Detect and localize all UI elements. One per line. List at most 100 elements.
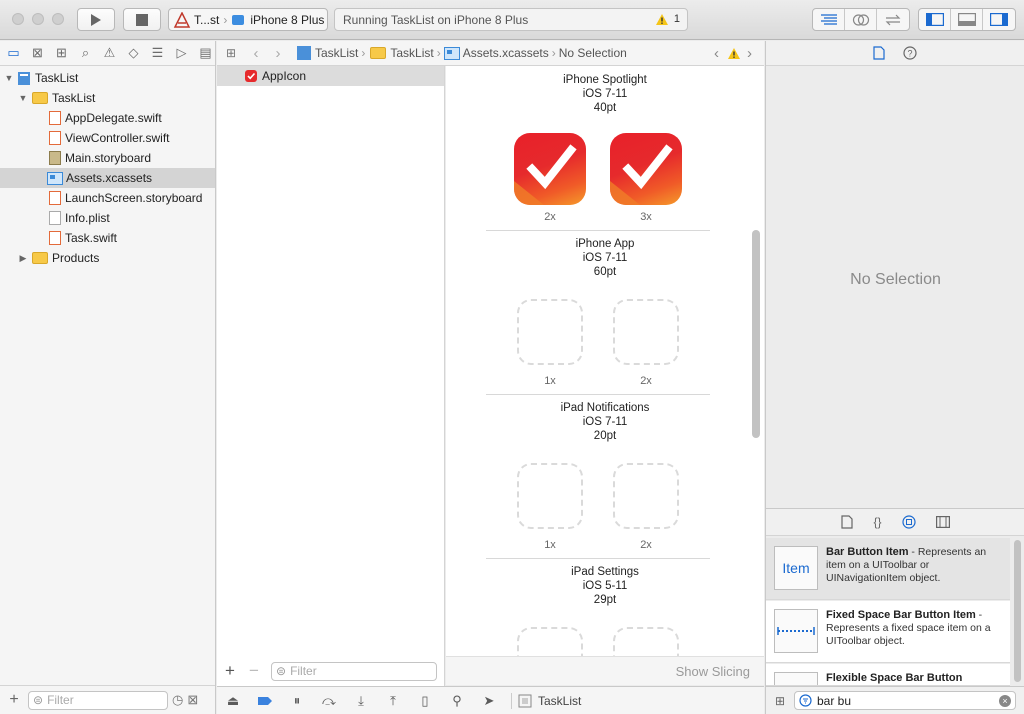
asset-row-appicon[interactable]: AppIcon <box>217 66 444 86</box>
disclosure-closed-icon[interactable]: ▶ <box>18 253 28 264</box>
swift-file-icon <box>49 111 61 125</box>
tree-item-group-tasklist[interactable]: ▼ TaskList <box>0 88 215 108</box>
folder-icon[interactable]: ▭ <box>4 44 23 63</box>
tree-item-project[interactable]: ▼ TaskList <box>0 68 215 88</box>
run-button[interactable] <box>77 8 115 31</box>
grid-view-icon[interactable]: ⊞ <box>766 694 794 708</box>
help-icon[interactable]: ? <box>903 46 917 60</box>
empty-icon-slot[interactable] <box>517 463 583 529</box>
navigator-filter-input[interactable]: ⊜ Filter <box>28 690 168 710</box>
debug-target-label[interactable]: TaskList <box>538 694 581 708</box>
no-selection-label: No Selection <box>850 271 941 288</box>
view-debugger-icon[interactable]: ▯ <box>409 693 441 709</box>
minimize-window-button[interactable] <box>32 13 44 25</box>
tree-item-appdelegate[interactable]: AppDelegate.swift <box>0 108 215 128</box>
standard-editor-button[interactable] <box>813 9 845 30</box>
tree-item-task-swift[interactable]: Task.swift <box>0 228 215 248</box>
tree-item-label: ViewController.swift <box>65 131 170 145</box>
disclosure-open-icon[interactable]: ▼ <box>4 73 14 83</box>
warning-icon[interactable] <box>727 47 741 60</box>
library-item-flexible-space[interactable]: Flexible Space Bar Button <box>766 664 1010 686</box>
warning-icon[interactable] <box>655 13 669 26</box>
file-template-icon[interactable] <box>841 515 854 529</box>
search-icon[interactable]: ⌕ <box>76 44 95 63</box>
editor-scrollbar[interactable] <box>752 230 760 438</box>
pause-icon[interactable]: ⏸ <box>281 693 313 709</box>
library-search-input[interactable]: bar bu × <box>794 691 1016 710</box>
clear-search-icon[interactable]: × <box>999 694 1011 707</box>
tree-item-products[interactable]: ▶ Products <box>0 248 215 268</box>
toggle-navigator-button[interactable] <box>919 9 951 30</box>
show-slicing-button[interactable]: Show Slicing <box>446 656 764 685</box>
object-library-icon[interactable] <box>901 515 916 529</box>
test-icon[interactable]: ◇ <box>124 44 143 63</box>
app-icon-image[interactable] <box>514 133 586 205</box>
app-icon-image[interactable] <box>610 133 682 205</box>
folder-icon <box>370 47 387 59</box>
report-icon[interactable]: ▤ <box>196 44 215 63</box>
empty-icon-slot[interactable] <box>517 627 583 656</box>
grid-icon[interactable]: ⊞ <box>217 46 245 60</box>
empty-icon-slot[interactable] <box>613 299 679 365</box>
next-issue-button[interactable]: › <box>747 45 752 62</box>
breakpoints-toggle-icon[interactable] <box>249 695 281 707</box>
add-asset-button[interactable]: + <box>217 661 243 681</box>
group-os: iOS 7-11 <box>582 416 628 428</box>
source-control-icon[interactable]: ⊠ <box>28 44 47 63</box>
tree-item-launchscreen[interactable]: LaunchScreen.storyboard <box>0 188 215 208</box>
zoom-window-button[interactable] <box>52 13 64 25</box>
hierarchy-icon[interactable]: ⊞ <box>52 44 71 63</box>
empty-icon-slot[interactable] <box>613 627 679 656</box>
file-inspector-icon[interactable] <box>873 46 885 60</box>
forward-button[interactable]: › <box>267 45 289 62</box>
back-button[interactable]: ‹ <box>245 45 267 62</box>
location-icon[interactable]: ➤ <box>473 693 505 709</box>
stop-button[interactable] <box>123 8 161 31</box>
breadcrumb-project[interactable]: TaskList <box>315 46 358 60</box>
tree-item-main-storyboard[interactable]: Main.storyboard <box>0 148 215 168</box>
assistant-editor-button[interactable] <box>845 9 877 30</box>
toggle-inspector-button[interactable] <box>983 9 1015 30</box>
step-into-icon[interactable]: ⤓ <box>345 693 377 709</box>
left-panel-icon <box>925 13 944 26</box>
hide-debug-area-icon[interactable]: ⏏ <box>217 693 249 709</box>
remove-asset-button[interactable]: − <box>243 661 265 681</box>
breadcrumb-group[interactable]: TaskList <box>390 46 433 60</box>
library-item-description: Bar Button Item - Represents an item on … <box>826 546 987 584</box>
toggle-debug-area-button[interactable] <box>951 9 983 30</box>
previous-issue-button[interactable]: ‹ <box>714 45 719 62</box>
inspector-panel: ? No Selection {} Item Bar Button Item -… <box>765 41 1024 714</box>
close-window-button[interactable] <box>12 13 24 25</box>
step-out-icon[interactable]: ⤒ <box>377 693 409 709</box>
asset-filter-input[interactable]: ⊜ Filter <box>271 661 437 681</box>
memory-graph-icon[interactable]: ⚲ <box>441 693 473 709</box>
debug-icon[interactable]: ☰ <box>148 44 167 63</box>
scale-label: 2x <box>640 375 652 387</box>
breadcrumb-selection[interactable]: No Selection <box>559 46 627 60</box>
issue-icon[interactable]: ⚠ <box>100 44 119 63</box>
library-scrollbar[interactable] <box>1014 540 1021 682</box>
group-size: 20pt <box>593 430 617 442</box>
scm-filter-icon[interactable]: ⊠ <box>187 692 198 708</box>
empty-icon-slot[interactable] <box>613 463 679 529</box>
tree-item-assets[interactable]: Assets.xcassets <box>0 168 215 188</box>
disclosure-open-icon[interactable]: ▼ <box>18 93 28 103</box>
scheme-selector[interactable]: T...st › iPhone 8 Plus <box>168 8 328 31</box>
step-over-icon[interactable]: ⤼ <box>313 693 345 709</box>
code-snippet-icon[interactable]: {} <box>873 515 881 529</box>
tree-item-viewcontroller[interactable]: ViewController.swift <box>0 128 215 148</box>
version-editor-button[interactable] <box>877 9 909 30</box>
add-icon[interactable]: + <box>0 691 28 709</box>
empty-icon-slot[interactable] <box>517 299 583 365</box>
breadcrumb-assets[interactable]: Assets.xcassets <box>463 46 549 60</box>
recent-files-icon[interactable]: ◷ <box>172 692 183 708</box>
asset-catalog-icon <box>443 46 460 60</box>
chevron-right-icon: › <box>551 46 556 60</box>
breakpoint-icon[interactable]: ▷ <box>172 44 191 63</box>
media-library-icon[interactable] <box>935 516 950 528</box>
tree-item-label: Task.swift <box>65 231 118 245</box>
library-item-fixed-space[interactable]: Fixed Space Bar Button Item - Represents… <box>766 601 1010 663</box>
library-item-bar-button[interactable]: Item Bar Button Item - Represents an ite… <box>766 538 1010 600</box>
tree-item-infoplist[interactable]: Info.plist <box>0 208 215 228</box>
swift-file-icon <box>49 231 61 245</box>
